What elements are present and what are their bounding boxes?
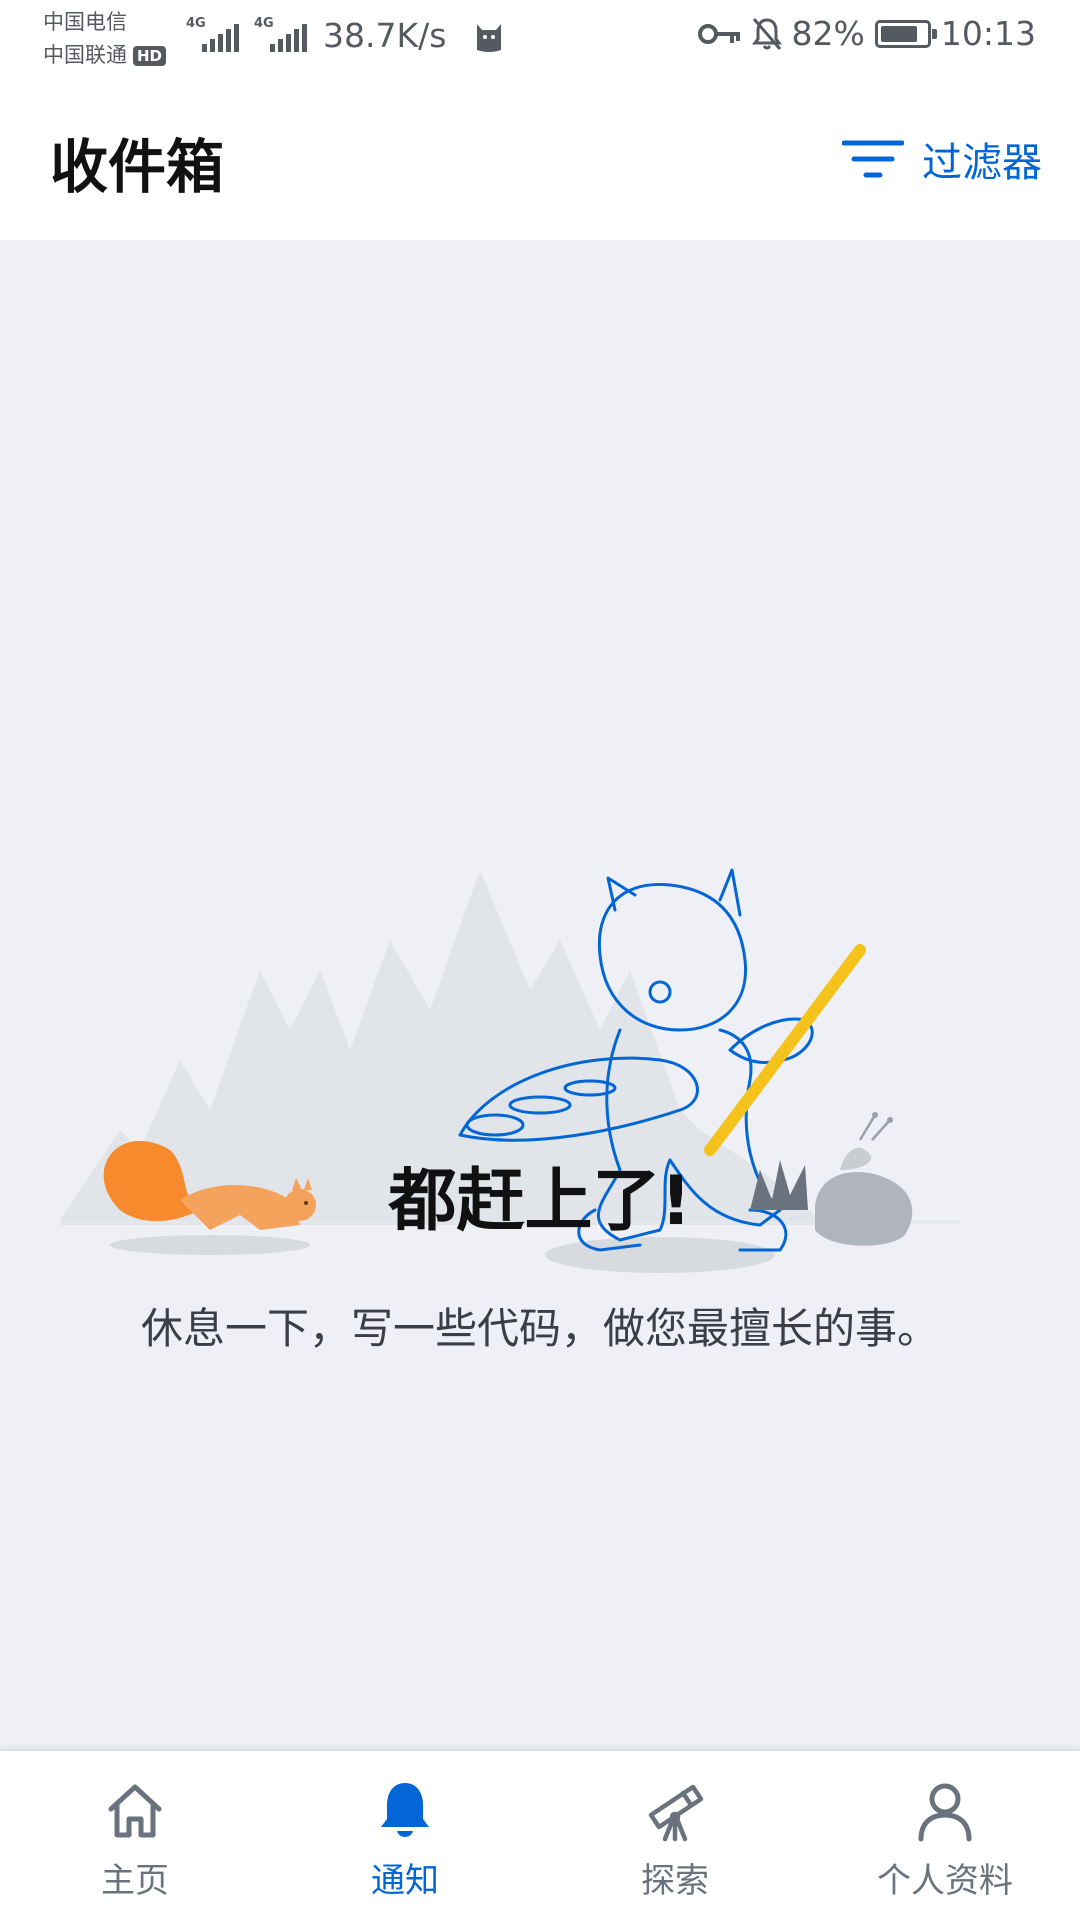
app-header: 收件箱 过滤器 bbox=[0, 76, 1080, 240]
filter-icon bbox=[842, 140, 904, 178]
signal-indicators: 4G 4G bbox=[186, 16, 310, 54]
mute-bell-icon bbox=[751, 17, 782, 50]
signal-icon: 4G bbox=[186, 16, 242, 54]
status-right: 82% 10:13 bbox=[697, 14, 1036, 53]
clock: 10:13 bbox=[940, 14, 1036, 53]
battery-icon bbox=[874, 19, 937, 48]
screen: 中国电信 中国联通 HD 4G 4G 38.7K/s 82% 10:13 收件箱… bbox=[0, 0, 1080, 1920]
person-icon bbox=[918, 1783, 972, 1842]
carrier-1: 中国电信 bbox=[43, 10, 127, 34]
nav-label-notifications: 通知 bbox=[371, 1861, 439, 1901]
carrier-2: 中国联通 bbox=[43, 43, 127, 67]
battery-fill bbox=[880, 25, 917, 42]
nav-item-profile[interactable]: 个人资料 bbox=[810, 1751, 1080, 1920]
net-speed: 38.7K/s bbox=[323, 16, 447, 55]
status-bar: 中国电信 中国联通 HD 4G 4G 38.7K/s 82% 10:13 bbox=[0, 0, 1080, 76]
nav-label-explore: 探索 bbox=[641, 1861, 709, 1901]
carrier-info: 中国电信 中国联通 HD bbox=[43, 6, 167, 72]
inbox-content: 都赶上了! 休息一下，写一些代码，做您最擅长的事。 bbox=[0, 240, 1080, 1750]
nav-label-profile: 个人资料 bbox=[877, 1861, 1013, 1901]
nav-item-home[interactable]: 主页 bbox=[0, 1751, 270, 1920]
vpn-key-icon bbox=[697, 23, 740, 44]
filter-button[interactable]: 过滤器 bbox=[842, 130, 1042, 188]
bottom-navigation: 主页 通知 探索 个人资料 bbox=[0, 1750, 1080, 1920]
page-title: 收件箱 bbox=[50, 133, 225, 201]
telescope-icon bbox=[648, 1784, 704, 1842]
hd-badge: HD bbox=[133, 45, 167, 66]
nav-label-home: 主页 bbox=[101, 1861, 169, 1901]
nav-item-notifications[interactable]: 通知 bbox=[270, 1751, 540, 1920]
filter-label: 过滤器 bbox=[922, 140, 1042, 186]
cat-icon bbox=[477, 24, 501, 52]
bell-icon bbox=[381, 1783, 429, 1837]
empty-state-title: 都赶上了! bbox=[388, 1162, 692, 1241]
home-icon bbox=[108, 1784, 162, 1838]
empty-state-subtitle: 休息一下，写一些代码，做您最擅长的事。 bbox=[140, 1304, 939, 1353]
battery-percent: 82% bbox=[791, 14, 865, 53]
nav-item-explore[interactable]: 探索 bbox=[540, 1751, 810, 1920]
signal-icon: 4G bbox=[254, 16, 310, 54]
